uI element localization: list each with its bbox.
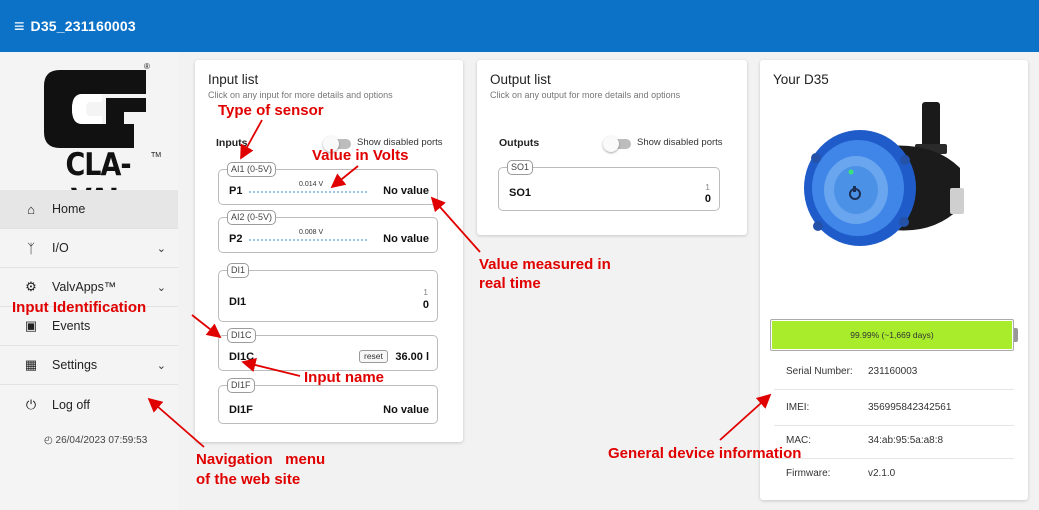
port-name: P1: [229, 185, 243, 197]
port-voltage: 0.014 V: [299, 181, 324, 188]
card-title: Output list: [490, 72, 551, 87]
port-tag: DI1: [227, 263, 250, 278]
info-row-firmware: Firmware: v2.1.0: [774, 456, 1014, 492]
chevron-down-icon: ⌄: [156, 359, 166, 372]
port-count-value: 0: [422, 299, 429, 311]
sidebar: ® CLA-VAL TM ⌂ Home ᛉ I/O ⌄ ⚙ ValvApps™ …: [0, 52, 178, 510]
battery-text: 99.99% (~1,669 days): [850, 330, 934, 340]
power-icon: ⏻: [25, 396, 37, 412]
toggle-label: Show disabled ports: [637, 137, 723, 148]
info-row-serial: Serial Number: 231160003: [774, 354, 1014, 390]
port-tag: DI1C: [227, 328, 256, 343]
nav-item-label: ValvApps™: [52, 280, 117, 294]
chevron-down-icon: ⌄: [156, 242, 166, 255]
port-tag: SO1: [507, 160, 534, 175]
nav-item-label: I/O: [52, 241, 69, 255]
annotation-general-device-info: General device information: [608, 445, 802, 462]
home-icon: ⌂: [27, 201, 35, 217]
output-list-card: Output list Click on any output for more…: [477, 60, 747, 235]
hamburger-icon[interactable]: ≡: [14, 16, 25, 37]
nav-item-settings[interactable]: ▦ Settings ⌄: [0, 346, 178, 385]
value-gauge: [249, 191, 367, 193]
annotation-value-measured-line2: real time: [479, 275, 541, 292]
port-value: No value: [383, 233, 429, 245]
nav-item-label: Events: [52, 319, 91, 333]
port-value: No value: [383, 185, 429, 197]
device-title: D35_231160003: [30, 18, 136, 34]
input-port-di1f[interactable]: DI1F DI1F No value: [218, 378, 438, 424]
input-port-di1[interactable]: DI1 DI1 1 0: [218, 263, 438, 322]
nav-item-label: Log off: [52, 397, 91, 412]
info-value: v2.1.0: [868, 468, 896, 479]
outputs-section-label: Outputs: [499, 137, 540, 149]
annotation-value-measured-line1: Value measured in: [479, 256, 611, 273]
info-row-mac: MAC: 34:ab:95:5a:a8:8: [774, 423, 1014, 459]
nav-item-label: Home: [52, 202, 86, 216]
valvapps-icon: ⚙: [25, 279, 37, 294]
info-row-imei: IMEI: 356995842342561: [774, 390, 1014, 426]
info-key: IMEI:: [786, 402, 810, 413]
device-card: Your D35 99.99% (~1,669 days) Serial Num…: [760, 60, 1028, 500]
cla-val-logo: ® CLA-VAL TM: [40, 62, 161, 219]
nav-item-home[interactable]: ⌂ Home: [0, 190, 178, 229]
clock-icon: ◴: [44, 435, 53, 446]
info-value: 34:ab:95:5a:a8:8: [868, 435, 944, 446]
input-port-ai1[interactable]: AI1 (0-5V) P1 0.014 V No value: [218, 162, 438, 205]
port-tag: DI1F: [227, 378, 255, 393]
info-key: Serial Number:: [786, 366, 853, 377]
annotation-navigation-menu-line2: of the web site: [196, 471, 301, 488]
port-value: No value: [383, 404, 429, 416]
chevron-down-icon: ⌄: [156, 281, 166, 294]
port-value: 36.00 l: [395, 351, 429, 363]
card-title: Input list: [208, 72, 259, 87]
input-port-ai2[interactable]: AI2 (0-5V) P2 0.008 V No value: [218, 210, 438, 253]
input-port-di1c[interactable]: DI1C DI1C reset 36.00 l: [218, 328, 438, 371]
port-voltage: 0.008 V: [299, 229, 324, 236]
card-title: Your D35: [773, 72, 829, 87]
nav-item-label: Settings: [52, 358, 98, 372]
timestamp-value: 26/04/2023 07:59:53: [55, 435, 148, 446]
top-app-bar: ≡ D35_231160003: [0, 0, 1039, 52]
info-value: 231160003: [868, 366, 918, 377]
info-key: Firmware:: [786, 468, 831, 479]
reset-button[interactable]: reset: [359, 350, 388, 363]
nav-item-io[interactable]: ᛉ I/O ⌄: [0, 229, 178, 268]
port-tag: AI2 (0-5V): [227, 210, 277, 225]
value-gauge: [249, 239, 367, 241]
card-subtitle: Click on any input for more details and …: [208, 90, 393, 100]
port-name: DI1F: [229, 404, 253, 416]
port-name: DI1C: [229, 351, 255, 363]
port-count-small: 1: [423, 287, 428, 297]
port-count-small: 1: [705, 182, 710, 192]
app-root: ≡ D35_231160003 ® CLA-VAL TM ⌂ Home ᛉ I/…: [0, 0, 1039, 510]
annotation-input-name: Input name: [304, 369, 385, 386]
port-count-value: 0: [704, 193, 711, 205]
show-disabled-outputs-toggle[interactable]: [603, 136, 631, 152]
d35-device-image: [804, 102, 964, 246]
port-name: DI1: [229, 296, 247, 308]
trademark-mark: TM: [151, 152, 162, 159]
io-icon: ᛉ: [27, 240, 35, 256]
cla-val-mark-icon: [44, 70, 146, 148]
port-name: P2: [229, 233, 243, 245]
nav-item-log-off[interactable]: ⏻ Log off: [0, 385, 178, 424]
battery-indicator: 99.99% (~1,669 days): [770, 319, 1018, 351]
inputs-section-label: Inputs: [216, 137, 248, 149]
port-name: SO1: [509, 187, 532, 199]
port-tag: AI1 (0-5V): [227, 162, 277, 177]
annotation-type-of-sensor: Type of sensor: [218, 102, 324, 119]
output-port-so1[interactable]: SO1 SO1 1 0: [498, 160, 720, 211]
settings-icon: ▦: [24, 357, 38, 372]
battery-tip: [1014, 328, 1018, 342]
annotation-navigation-menu-line1: Navigation menu: [196, 451, 326, 468]
last-update-timestamp: ◴ 26/04/2023 07:59:53: [44, 435, 147, 446]
annotation-value-in-volts: Value in Volts: [312, 147, 409, 164]
annotation-input-identification: Input Identification: [12, 299, 147, 316]
calendar-icon: ▣: [24, 318, 38, 333]
registered-mark: ®: [144, 62, 150, 71]
card-subtitle: Click on any output for more details and…: [490, 90, 681, 100]
info-value: 356995842342561: [868, 402, 952, 413]
